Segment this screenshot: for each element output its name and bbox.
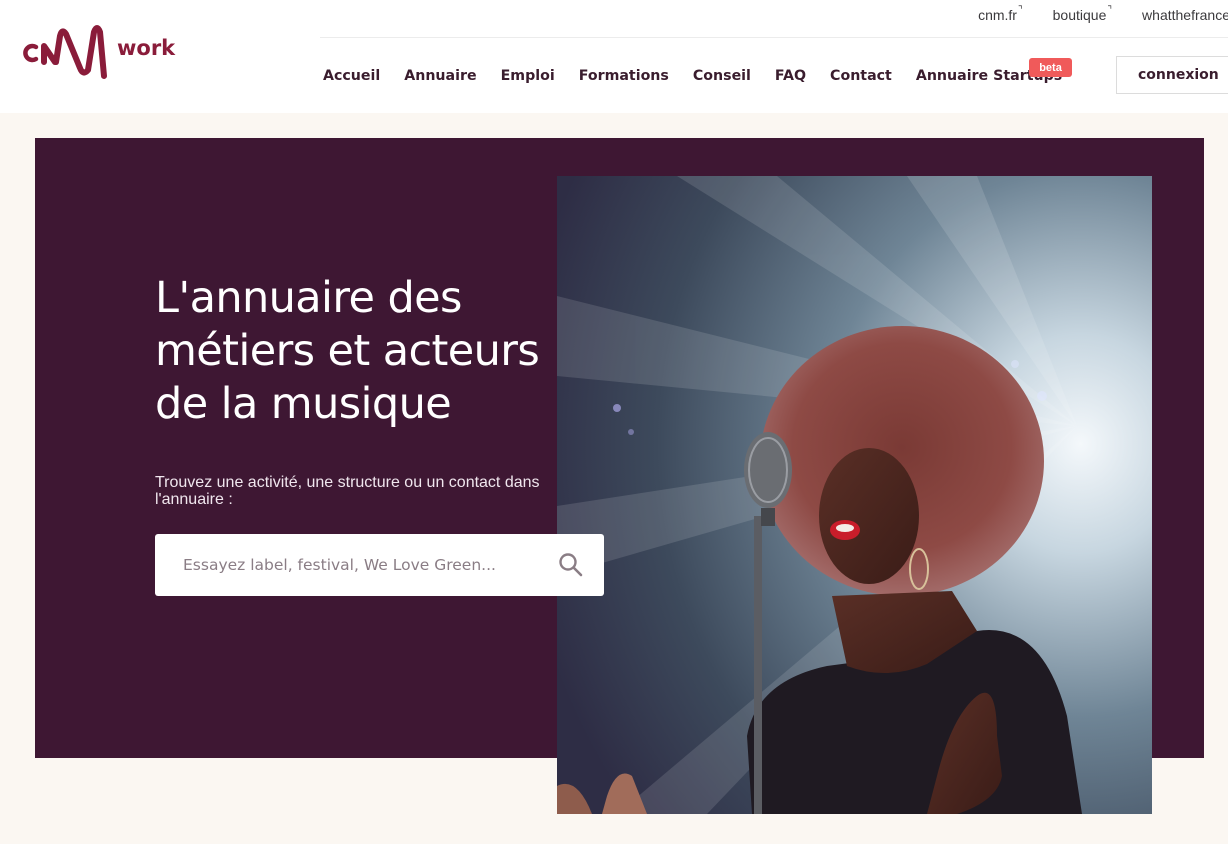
- top-link-whatthefrance[interactable]: whatthefrance: [1142, 7, 1228, 23]
- top-link-cnm[interactable]: cnm.fr ⌝: [978, 5, 1023, 24]
- hero-title-line: métiers et acteurs: [155, 326, 540, 376]
- site-logo[interactable]: work: [22, 24, 182, 82]
- nav-annuaire[interactable]: Annuaire: [404, 68, 476, 84]
- beta-badge: beta: [1029, 58, 1072, 77]
- hero-title-line: de la musique: [155, 379, 452, 429]
- top-link-boutique[interactable]: boutique ⌝: [1053, 5, 1113, 24]
- hero-photo-singer: [557, 176, 1152, 814]
- nav-conseil[interactable]: Conseil: [693, 68, 751, 84]
- site-header: cnm.fr ⌝ boutique ⌝ whatthefrance work Acc…: [0, 0, 1228, 113]
- external-link-icon: ⌝: [1107, 5, 1113, 16]
- header-divider: [320, 37, 1228, 38]
- nav-accueil[interactable]: Accueil: [323, 68, 380, 84]
- search-box: [155, 534, 604, 596]
- logo-work-label: work: [117, 36, 176, 60]
- nav-contact[interactable]: Contact: [830, 68, 892, 84]
- nav-faq[interactable]: FAQ: [775, 68, 806, 84]
- login-button[interactable]: connexion: [1116, 56, 1228, 94]
- hero-subtitle: Trouvez une activité, une structure ou u…: [155, 474, 540, 508]
- search-icon[interactable]: [558, 552, 584, 578]
- main-nav: Accueil Annuaire Emploi Formations Conse…: [311, 63, 1074, 89]
- cnm-logo-mark: [23, 25, 107, 79]
- nav-formations[interactable]: Formations: [579, 68, 669, 84]
- external-link-icon: ⌝: [1017, 5, 1023, 16]
- top-links: cnm.fr ⌝ boutique ⌝ whatthefrance: [948, 4, 1228, 26]
- hero-title-line: L'annuaire des: [155, 273, 462, 323]
- search-input[interactable]: [181, 544, 545, 586]
- nav-emploi[interactable]: Emploi: [501, 68, 555, 84]
- hero-title: L'annuaire des métiers et acteurs de la …: [155, 272, 625, 431]
